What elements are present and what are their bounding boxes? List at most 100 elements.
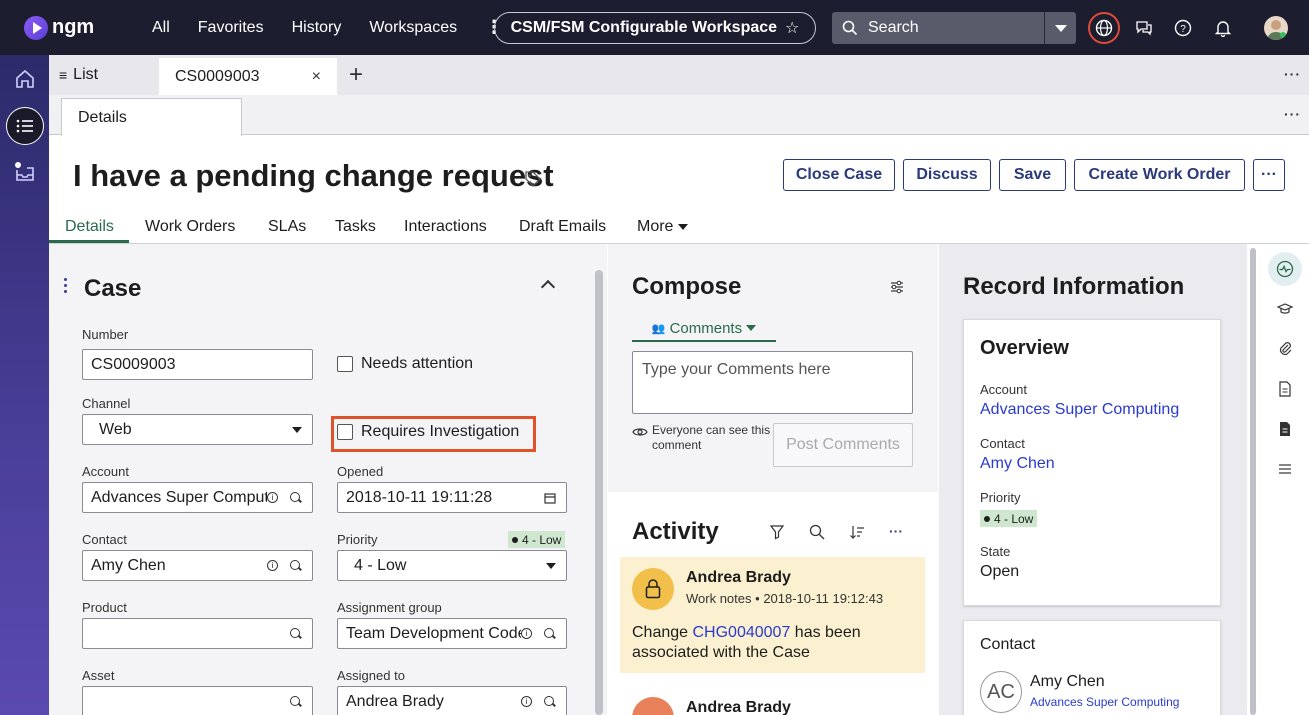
contact-field[interactable]: Amy Chen i [82,550,313,581]
list-icon[interactable] [1274,458,1296,480]
contact-card-company[interactable]: Advances Super Computing [1030,695,1179,709]
contact-card-name[interactable]: Amy Chen [1030,673,1105,691]
product-field[interactable] [82,618,313,649]
comments-tab[interactable]: 👥 Comments [632,316,776,342]
tab-tasks[interactable]: Tasks [335,218,376,236]
graduation-cap-icon[interactable] [1274,298,1296,320]
chat-icon[interactable] [1130,14,1158,42]
priority-label: Priority [337,532,378,547]
search-icon[interactable] [290,695,302,708]
tag-icon[interactable] [524,170,542,193]
calendar-icon[interactable] [544,491,566,504]
tab-more[interactable]: More [637,218,689,236]
tab-details[interactable]: Details [65,218,114,236]
comment-textarea[interactable]: Type your Comments here [632,351,913,414]
user-avatar[interactable] [1264,16,1288,40]
activity-time: 2018-10-11 19:12:43 [763,591,884,606]
filled-document-icon[interactable] [1274,418,1296,440]
tab-interactions[interactable]: Interactions [404,218,487,236]
overview-contact-label: Contact [980,436,1025,451]
help-icon[interactable]: ? [1169,14,1197,42]
info-icon[interactable]: i [267,560,278,571]
search-icon[interactable] [544,695,556,708]
post-comments-button[interactable]: Post Comments [773,423,913,467]
assigned-to-value: Andrea Brady [346,692,444,710]
create-work-order-button[interactable]: Create Work Order [1074,159,1245,191]
star-icon[interactable]: ☆ [785,18,799,38]
record-subtab-bar: Details [49,95,1309,136]
overview-priority-badge: 4 - Low [980,510,1038,527]
activity-search-icon[interactable] [809,524,825,545]
tab-cs0009003[interactable]: CS0009003 × [159,58,337,95]
contact-card-heading: Contact [980,636,1036,653]
home-icon[interactable] [6,60,44,98]
search-icon[interactable] [290,559,302,572]
tab-bar-more-icon[interactable]: ··· [1284,66,1301,82]
discuss-button[interactable]: Discuss [903,159,991,191]
document-icon[interactable] [1274,378,1296,400]
nav-workspaces[interactable]: Workspaces [369,19,457,37]
requires-investigation-checkbox[interactable] [337,424,353,440]
pulse-icon[interactable] [1274,258,1296,280]
overview-account-link[interactable]: Advances Super Computing [980,401,1179,419]
sort-icon[interactable] [849,524,865,545]
tab-label: CS0009003 [175,67,260,85]
info-icon[interactable]: i [521,696,532,707]
global-search[interactable]: Search [832,12,1076,44]
workspace-title-pill[interactable]: CSM/FSM Configurable Workspace ☆ [494,12,816,44]
search-scope-dropdown[interactable] [1044,12,1076,44]
bell-icon[interactable] [1209,14,1237,42]
activity-more-icon[interactable]: ··· [889,523,903,539]
edit-icon [632,697,674,715]
settings-sliders-icon[interactable] [889,279,905,300]
assignment-group-field[interactable]: Team Development Code Reviewers i [337,618,567,649]
chevron-down-icon [1054,24,1067,32]
filter-icon[interactable] [769,524,785,545]
panel-drag-icon[interactable] [64,278,68,296]
record-panel-scrollbar[interactable] [1250,248,1256,715]
close-icon[interactable]: × [312,68,321,86]
needs-attention-label: Needs attention [361,355,474,372]
assigned-to-field[interactable]: Andrea Brady i [337,686,567,715]
needs-attention-checkbox[interactable] [337,356,353,372]
asset-field[interactable] [82,686,313,715]
tab-work-orders[interactable]: Work Orders [145,218,235,236]
people-icon: 👥 [651,322,666,335]
app-logo[interactable]: ngm [24,15,104,40]
case-panel-scrollbar[interactable] [595,270,603,715]
priority-select[interactable]: 4 - Low [337,550,567,581]
search-input[interactable]: Search [868,19,1044,37]
save-button[interactable]: Save [999,159,1066,191]
add-tab-icon[interactable]: + [349,61,363,89]
header-more-icon[interactable]: ··· [1253,159,1285,191]
activity-text-before: Change [632,624,693,641]
workspace-title: CSM/FSM Configurable Workspace [510,19,778,36]
close-case-button[interactable]: Close Case [783,159,895,191]
account-label: Account [82,464,129,479]
account-field[interactable]: Advances Super Computing i [82,482,313,513]
tab-draft-emails[interactable]: Draft Emails [519,218,606,236]
tab-more-label: More [637,218,674,235]
subtab-more-icon[interactable]: ··· [1284,106,1301,122]
nav-favorites[interactable]: Favorites [198,19,264,37]
change-link[interactable]: CHG0040007 [693,624,791,641]
opened-field[interactable]: 2018-10-11 19:11:28 [337,482,567,513]
number-field[interactable]: CS0009003 [82,349,313,380]
subtab-details[interactable]: Details [61,98,242,136]
list-tab[interactable]: ≡ List [59,55,98,95]
paperclip-icon[interactable] [1274,338,1296,360]
inbox-icon[interactable] [6,153,44,191]
overview-contact-link[interactable]: Amy Chen [980,455,1055,473]
search-icon[interactable] [290,627,302,640]
nav-history[interactable]: History [292,19,342,37]
tab-slas[interactable]: SLAs [268,218,306,236]
search-icon[interactable] [290,491,302,504]
info-icon[interactable]: i [267,492,278,503]
number-label: Number [82,327,129,342]
list-nav-icon[interactable] [6,107,44,145]
search-icon[interactable] [544,627,556,640]
channel-select[interactable]: Web [82,414,313,445]
nav-all[interactable]: All [152,19,170,37]
globe-icon[interactable] [1090,14,1118,42]
info-icon[interactable]: i [521,628,532,639]
